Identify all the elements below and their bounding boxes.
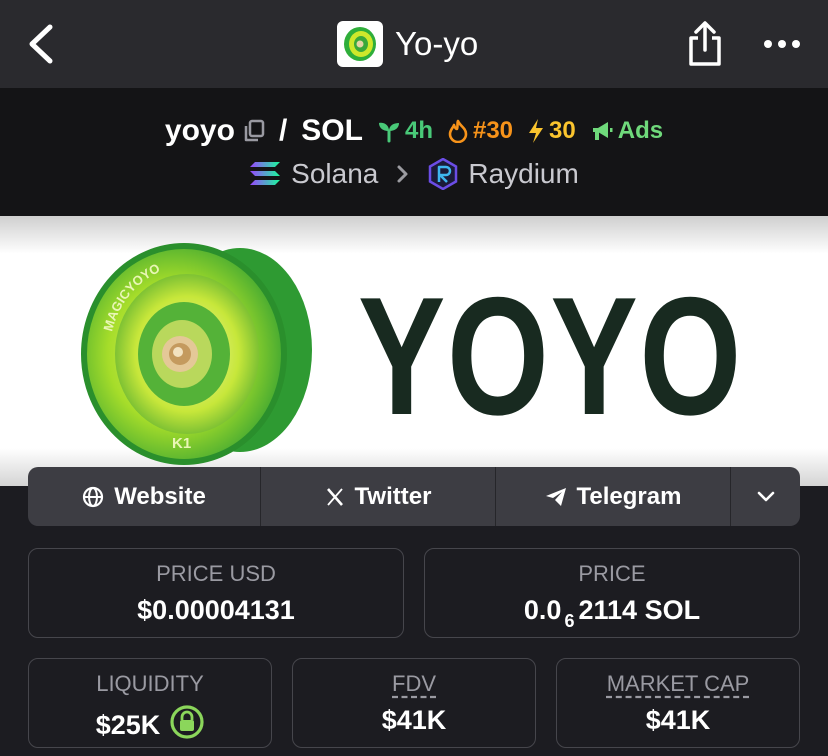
token-symbol: yoyo bbox=[164, 114, 235, 147]
chevron-right-icon bbox=[397, 165, 408, 183]
x-logo-icon bbox=[326, 487, 343, 506]
price-usd-card: PRICE USD $0.00004131 bbox=[28, 548, 404, 638]
twitter-button[interactable]: Twitter bbox=[261, 467, 496, 526]
app-title-group: Yo-yo bbox=[337, 20, 478, 68]
flame-icon bbox=[448, 119, 468, 143]
paper-plane-icon bbox=[545, 487, 566, 506]
liquidity-card: LIQUIDITY $25K bbox=[28, 658, 272, 748]
token-banner: MAGICYOYO K1 YOYO bbox=[0, 216, 828, 486]
yoyo-logo-icon bbox=[337, 21, 383, 67]
twitter-label: Twitter bbox=[354, 482, 432, 510]
pair-age-badge: 4h bbox=[377, 117, 433, 145]
website-button[interactable]: Website bbox=[28, 467, 261, 526]
chevron-down-icon bbox=[757, 491, 774, 501]
yoyo-model: K1 bbox=[172, 435, 191, 452]
price-native-value: 0.0 6 2114 SOL bbox=[425, 595, 799, 631]
boost-count: 30 bbox=[549, 117, 576, 144]
trending-rank: #30 bbox=[472, 117, 514, 144]
market-cap-value: $41K bbox=[645, 705, 711, 735]
boost-badge[interactable]: 30 bbox=[527, 117, 576, 145]
price-usd-label: PRICE USD bbox=[156, 561, 276, 586]
price-unit: SOL bbox=[644, 595, 701, 625]
trending-badge[interactable]: #30 bbox=[447, 117, 513, 145]
dex-name[interactable]: Raydium bbox=[468, 158, 578, 190]
liquidity-value-row: $25K bbox=[29, 705, 271, 741]
app-title: Yo-yo bbox=[395, 25, 479, 62]
price-prefix: 0.0 bbox=[523, 595, 562, 625]
more-dots-icon[interactable] bbox=[762, 30, 802, 58]
fdv-card: FDV $41K bbox=[292, 658, 536, 748]
price-zero-count: 6 bbox=[564, 611, 575, 631]
telegram-button[interactable]: Telegram bbox=[496, 467, 731, 526]
market-cap-label[interactable]: MARKET CAP bbox=[557, 671, 799, 697]
fdv-label[interactable]: FDV bbox=[293, 671, 535, 697]
ads-label: Ads bbox=[617, 117, 664, 144]
yoyo-image: MAGICYOYO K1 bbox=[81, 243, 312, 465]
market-cap-card: MARKET CAP $41K bbox=[556, 658, 800, 748]
raydium-icon bbox=[429, 158, 458, 190]
price-usd-value: $0.00004131 bbox=[137, 595, 295, 625]
liquidity-value: $25K bbox=[95, 710, 161, 740]
more-links-dropdown[interactable] bbox=[731, 467, 800, 526]
chain-breadcrumb: Solana Raydium bbox=[0, 155, 828, 193]
social-links-bar: Website Twitter Telegram bbox=[28, 467, 800, 526]
ads-badge[interactable]: Ads bbox=[590, 117, 663, 145]
lock-icon[interactable] bbox=[170, 705, 204, 739]
price-native-label: PRICE bbox=[578, 561, 646, 586]
seedling-icon bbox=[378, 122, 399, 143]
chevron-left-icon[interactable] bbox=[22, 22, 62, 66]
solana-icon bbox=[250, 162, 281, 185]
share-icon[interactable] bbox=[684, 20, 726, 68]
globe-icon bbox=[83, 486, 104, 507]
top-nav-bar: Yo-yo bbox=[0, 0, 828, 88]
price-digits: 2114 bbox=[578, 595, 638, 625]
website-label: Website bbox=[114, 482, 206, 510]
banner-text: YOYO bbox=[358, 262, 743, 450]
pair-age: 4h bbox=[404, 117, 433, 144]
pair-separator: / bbox=[278, 114, 288, 147]
lightning-icon bbox=[529, 119, 544, 143]
chain-name[interactable]: Solana bbox=[291, 158, 378, 190]
telegram-label: Telegram bbox=[576, 482, 682, 510]
pair-title-row: yoyo / SOL 4h #30 30 Ads bbox=[0, 112, 828, 150]
liquidity-label: LIQUIDITY bbox=[96, 671, 204, 696]
fdv-value: $41K bbox=[381, 705, 447, 735]
price-native-card: PRICE 0.0 6 2114 SOL bbox=[424, 548, 800, 638]
megaphone-icon bbox=[592, 122, 613, 140]
pair-header bbox=[0, 88, 828, 216]
quote-symbol: SOL bbox=[301, 114, 363, 147]
copy-icon[interactable] bbox=[243, 119, 265, 143]
